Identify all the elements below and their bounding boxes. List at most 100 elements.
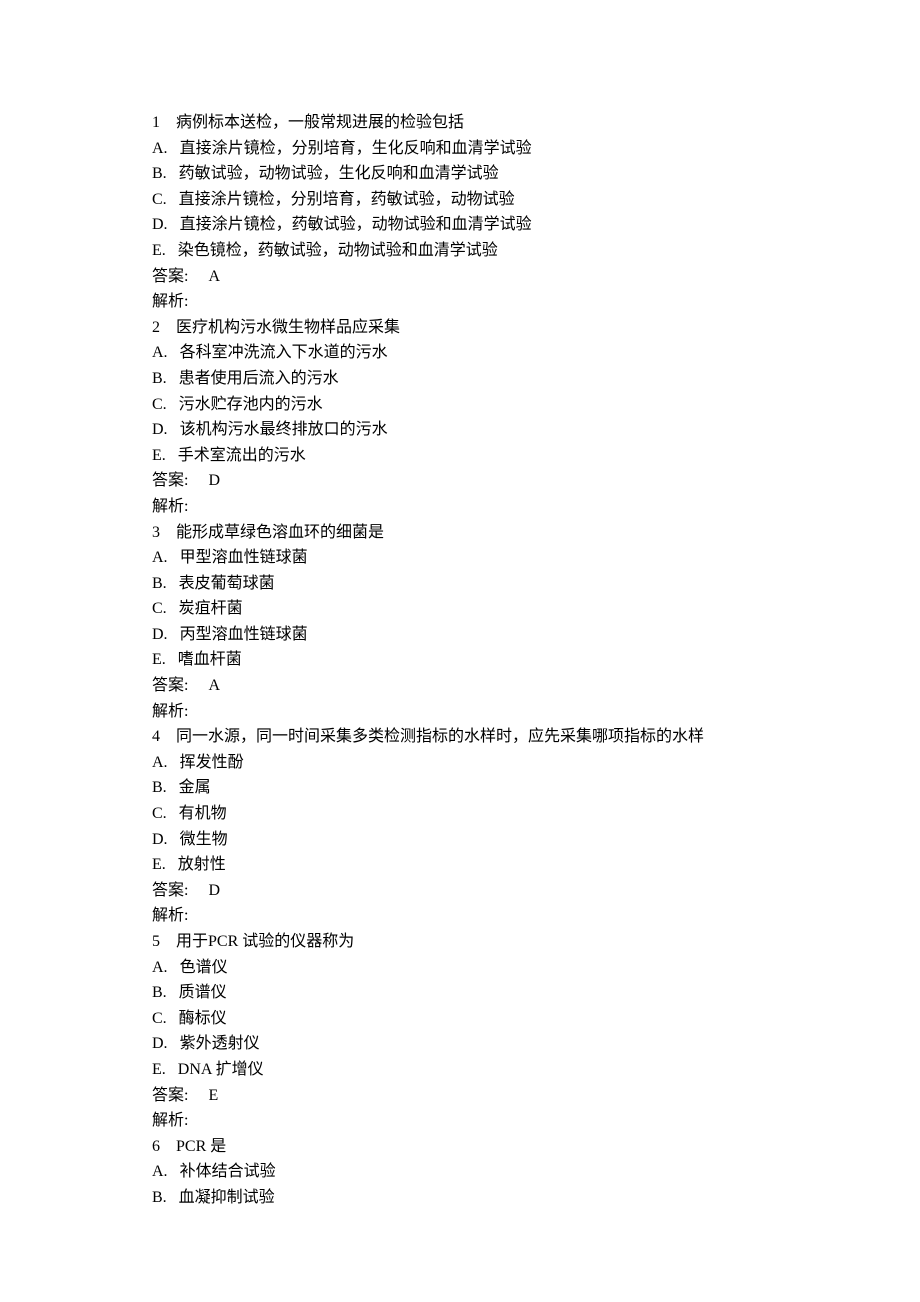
option-label: D. <box>152 216 168 233</box>
option-line: B. 质谱仪 <box>152 980 790 1006</box>
option-text: 手术室流出的污水 <box>178 447 306 464</box>
answer-value: E <box>208 1087 218 1104</box>
option-label: A. <box>152 754 168 771</box>
option-label: B. <box>152 984 167 1001</box>
option-label: C. <box>152 191 167 208</box>
answer-line: 答案: D <box>152 468 790 494</box>
answer-label: 答案: <box>152 1087 188 1104</box>
option-line: A. 各科室冲洗流入下水道的污水 <box>152 340 790 366</box>
option-label: B. <box>152 779 167 796</box>
question-number: 5 <box>152 933 160 950</box>
question-line: 3 能形成草绿色溶血环的细菌是 <box>152 520 790 546</box>
option-label: C. <box>152 1010 167 1027</box>
option-text: 质谱仪 <box>179 984 227 1001</box>
content-area: 1 病例标本送检，一般常规进展的检验包括A. 直接涂片镜检，分别培育，生化反响和… <box>152 110 790 1211</box>
explanation-line: 解析: <box>152 903 790 929</box>
option-label: A. <box>152 549 168 566</box>
answer-label: 答案: <box>152 268 188 285</box>
option-label: B. <box>152 1189 167 1206</box>
option-text: 色谱仪 <box>180 959 228 976</box>
option-line: E. 手术室流出的污水 <box>152 443 790 469</box>
option-line: C. 炭疽杆菌 <box>152 596 790 622</box>
option-label: A. <box>152 959 168 976</box>
option-text: 直接涂片镜检，分别培育，生化反响和血清学试验 <box>180 140 532 157</box>
answer-value: D <box>208 882 220 899</box>
option-line: A. 挥发性酚 <box>152 750 790 776</box>
explanation-label: 解析: <box>152 498 188 515</box>
option-text: 血凝抑制试验 <box>179 1189 275 1206</box>
answer-label: 答案: <box>152 677 188 694</box>
answer-label: 答案: <box>152 882 188 899</box>
option-label: B. <box>152 370 167 387</box>
explanation-label: 解析: <box>152 1112 188 1129</box>
option-line: D. 紫外透射仪 <box>152 1031 790 1057</box>
option-text: 甲型溶血性链球菌 <box>180 549 308 566</box>
question-text: 用于PCR 试验的仪器称为 <box>176 933 354 950</box>
option-line: C. 直接涂片镜检，分别培育，药敏试验，动物试验 <box>152 187 790 213</box>
option-line: D. 丙型溶血性链球菌 <box>152 622 790 648</box>
option-line: E. 染色镜检，药敏试验，动物试验和血清学试验 <box>152 238 790 264</box>
option-text: 各科室冲洗流入下水道的污水 <box>180 344 388 361</box>
answer-line: 答案: E <box>152 1083 790 1109</box>
option-text: 直接涂片镜检，药敏试验，动物试验和血清学试验 <box>180 216 532 233</box>
option-text: 污水贮存池内的污水 <box>179 396 323 413</box>
option-label: D. <box>152 831 168 848</box>
option-label: B. <box>152 575 167 592</box>
option-label: C. <box>152 600 167 617</box>
option-label: E. <box>152 856 166 873</box>
option-line: E. 放射性 <box>152 852 790 878</box>
option-line: B. 药敏试验，动物试验，生化反响和血清学试验 <box>152 161 790 187</box>
option-line: B. 患者使用后流入的污水 <box>152 366 790 392</box>
question-number: 3 <box>152 524 160 541</box>
option-line: D. 微生物 <box>152 827 790 853</box>
option-line: A. 直接涂片镜检，分别培育，生化反响和血清学试验 <box>152 136 790 162</box>
explanation-line: 解析: <box>152 289 790 315</box>
option-line: C. 有机物 <box>152 801 790 827</box>
option-label: D. <box>152 1035 168 1052</box>
option-line: B. 血凝抑制试验 <box>152 1185 790 1211</box>
option-text: 直接涂片镜检，分别培育，药敏试验，动物试验 <box>179 191 515 208</box>
question-number: 6 <box>152 1138 160 1155</box>
option-label: E. <box>152 1061 166 1078</box>
question-number: 4 <box>152 728 160 745</box>
option-line: C. 酶标仪 <box>152 1006 790 1032</box>
option-label: C. <box>152 396 167 413</box>
option-line: E. DNA 扩增仪 <box>152 1057 790 1083</box>
option-text: 药敏试验，动物试验，生化反响和血清学试验 <box>179 165 499 182</box>
answer-value: A <box>208 268 220 285</box>
option-text: 酶标仪 <box>179 1010 227 1027</box>
explanation-label: 解析: <box>152 703 188 720</box>
explanation-line: 解析: <box>152 494 790 520</box>
question-text: 病例标本送检，一般常规进展的检验包括 <box>176 114 464 131</box>
explanation-line: 解析: <box>152 699 790 725</box>
explanation-label: 解析: <box>152 293 188 310</box>
answer-label: 答案: <box>152 472 188 489</box>
option-text: 金属 <box>179 779 211 796</box>
option-label: A. <box>152 1163 168 1180</box>
answer-value: A <box>208 677 220 694</box>
option-text: 染色镜检，药敏试验，动物试验和血清学试验 <box>178 242 498 259</box>
option-label: C. <box>152 805 167 822</box>
option-line: A. 色谱仪 <box>152 955 790 981</box>
option-line: E. 嗜血杆菌 <box>152 647 790 673</box>
option-text: DNA 扩增仪 <box>178 1061 264 1078</box>
answer-value: D <box>208 472 220 489</box>
option-text: 丙型溶血性链球菌 <box>180 626 308 643</box>
question-line: 6 PCR 是 <box>152 1134 790 1160</box>
option-line: B. 金属 <box>152 775 790 801</box>
question-line: 2 医疗机构污水微生物样品应采集 <box>152 315 790 341</box>
option-text: 有机物 <box>179 805 227 822</box>
option-line: D. 该机构污水最终排放口的污水 <box>152 417 790 443</box>
question-number: 2 <box>152 319 160 336</box>
option-label: A. <box>152 344 168 361</box>
option-line: D. 直接涂片镜检，药敏试验，动物试验和血清学试验 <box>152 212 790 238</box>
option-label: B. <box>152 165 167 182</box>
question-text: 能形成草绿色溶血环的细菌是 <box>176 524 384 541</box>
option-label: A. <box>152 140 168 157</box>
answer-line: 答案: D <box>152 878 790 904</box>
option-text: 炭疽杆菌 <box>179 600 243 617</box>
explanation-line: 解析: <box>152 1108 790 1134</box>
question-line: 1 病例标本送检，一般常规进展的检验包括 <box>152 110 790 136</box>
option-text: 放射性 <box>178 856 226 873</box>
option-text: 紫外透射仪 <box>180 1035 260 1052</box>
